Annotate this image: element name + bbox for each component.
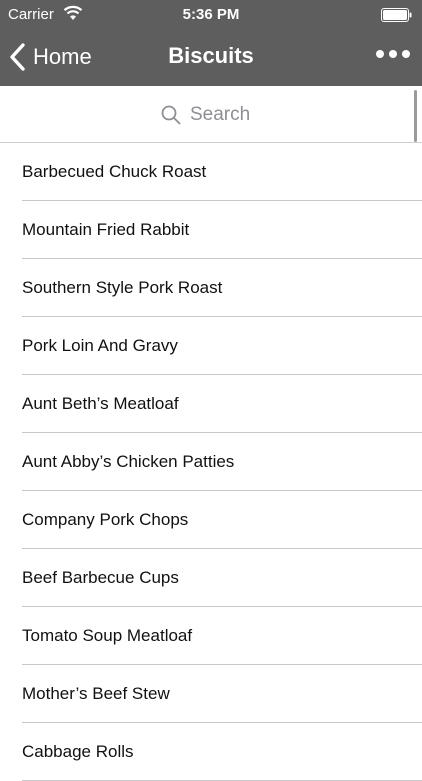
list-item-label: Southern Style Pork Roast — [22, 278, 223, 297]
list-item-label: Mountain Fried Rabbit — [22, 220, 190, 239]
search-placeholder: Search — [190, 104, 251, 125]
list-item[interactable]: Southern Style Pork Roast — [0, 259, 422, 317]
list-item[interactable]: Cabbage Rolls — [0, 723, 422, 781]
scrollbar[interactable] — [414, 90, 417, 142]
navigation-bar: Home Biscuits — [0, 30, 422, 86]
page-title: Biscuits — [168, 43, 254, 68]
more-dot-3 — [402, 50, 410, 58]
list-item-label: Beef Barbecue Cups — [22, 568, 179, 587]
list-item-label: Cabbage Rolls — [22, 742, 134, 761]
search-bar: Search — [0, 86, 422, 143]
list-item[interactable]: Tomato Soup Meatloaf — [0, 607, 422, 665]
more-dot-1 — [376, 50, 384, 58]
list-item-label: Mother’s Beef Stew — [22, 684, 170, 703]
list-item[interactable]: Pork Loin And Gravy — [0, 317, 422, 375]
search-icon — [161, 105, 181, 125]
list-item-label: Tomato Soup Meatloaf — [22, 626, 193, 645]
list-item[interactable]: Barbecued Chuck Roast — [0, 143, 422, 201]
battery-icon — [381, 8, 412, 22]
list-item[interactable]: Aunt Beth’s Meatloaf — [0, 375, 422, 433]
status-bar: Carrier 5:36 PM — [0, 0, 422, 30]
list-item[interactable]: Mountain Fried Rabbit — [0, 201, 422, 259]
status-time: 5:36 PM — [182, 6, 240, 23]
list-item[interactable]: Company Pork Chops — [0, 491, 422, 549]
list-item-label: Pork Loin And Gravy — [22, 336, 178, 355]
more-dot-2 — [389, 50, 397, 58]
header: Carrier 5:36 PM Home Biscuits — [0, 0, 422, 86]
list-item-label: Aunt Abby’s Chicken Patties — [22, 452, 235, 471]
search-input[interactable]: Search — [160, 103, 250, 127]
more-options-button[interactable] — [376, 43, 410, 65]
list-item-label: Aunt Beth’s Meatloaf — [22, 394, 179, 413]
list-item[interactable]: Mother’s Beef Stew — [0, 665, 422, 723]
list-item[interactable]: Beef Barbecue Cups — [0, 549, 422, 607]
list-item-label: Barbecued Chuck Roast — [22, 162, 207, 181]
list-item[interactable]: Aunt Abby’s Chicken Patties — [0, 433, 422, 491]
recipe-list: Barbecued Chuck Roast Mountain Fried Rab… — [0, 143, 422, 781]
list-item-label: Company Pork Chops — [22, 510, 189, 529]
